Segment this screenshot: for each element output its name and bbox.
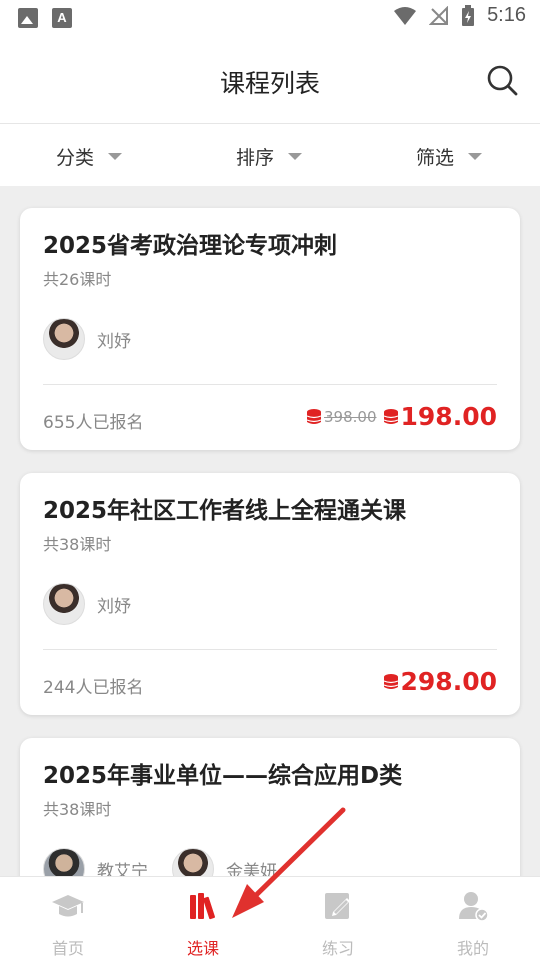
- teacher-name: 刘妤: [97, 596, 131, 617]
- caret-down-icon: [288, 153, 303, 160]
- price-block: 398.00 198.00: [306, 402, 497, 431]
- course-title: 2025年社区工作者线上全程通关课: [43, 498, 407, 524]
- graduation-cap-icon: [52, 895, 84, 917]
- price-block: 298.00: [383, 667, 497, 696]
- avatar: [43, 318, 85, 360]
- gallery-notification-icon: [18, 8, 38, 28]
- filter-category[interactable]: 分类: [56, 143, 123, 170]
- books-icon: [190, 893, 215, 920]
- filter-screen[interactable]: 筛选: [416, 143, 483, 170]
- tab-practice-label: 练习: [321, 939, 354, 958]
- course-card[interactable]: 2025年社区工作者线上全程通关课 共38课时 刘妤 244人已报名 298.0…: [20, 473, 520, 715]
- tab-mine[interactable]: 我的: [423, 889, 523, 959]
- sale-price: 298.00: [400, 667, 497, 696]
- tab-courses[interactable]: 选课: [153, 889, 253, 959]
- teacher: 教艾宁: [43, 848, 148, 876]
- coin-icon: [383, 408, 398, 424]
- status-bar: A 5:16: [0, 0, 540, 36]
- course-card[interactable]: 2025年事业单位——综合应用D类 共38课时 教艾宁 金美妍: [20, 738, 520, 876]
- battery-charging-icon: [462, 4, 475, 26]
- avatar: [43, 583, 85, 625]
- filter-screen-label: 筛选: [416, 147, 455, 169]
- tab-home-label: 首页: [51, 939, 84, 958]
- teacher: 刘妤: [43, 583, 131, 625]
- divider: [43, 384, 497, 385]
- course-list[interactable]: 2025省考政治理论专项冲刺 共26课时 刘妤 655人已报名 398.00 1…: [0, 186, 540, 876]
- course-lessons: 共38课时: [43, 800, 112, 819]
- sale-price: 198.00: [400, 402, 497, 431]
- teacher: 金美妍: [172, 848, 277, 876]
- no-signal-icon: [429, 5, 449, 25]
- coin-icon: [306, 408, 322, 424]
- teacher-name: 刘妤: [97, 331, 131, 352]
- edit-note-icon: [325, 893, 350, 919]
- course-title: 2025年事业单位——综合应用D类: [43, 763, 403, 789]
- page-title: 课程列表: [219, 69, 320, 98]
- tab-mine-label: 我的: [456, 939, 489, 958]
- tab-practice[interactable]: 练习: [288, 889, 388, 959]
- tab-home[interactable]: 首页: [18, 889, 118, 959]
- caret-down-icon: [108, 153, 123, 160]
- tab-courses-label: 选课: [186, 939, 219, 958]
- divider: [43, 649, 497, 650]
- avatar: [172, 848, 214, 876]
- course-lessons: 共26课时: [43, 270, 112, 289]
- search-icon[interactable]: [486, 64, 518, 96]
- status-time: 5:16: [487, 4, 526, 26]
- teacher: 刘妤: [43, 318, 131, 360]
- filter-sort-label: 排序: [236, 147, 275, 169]
- filter-category-label: 分类: [56, 147, 95, 169]
- course-card[interactable]: 2025省考政治理论专项冲刺 共26课时 刘妤 655人已报名 398.00 1…: [20, 208, 520, 450]
- course-title: 2025省考政治理论专项冲刺: [43, 233, 338, 259]
- teacher-name: 教艾宁: [97, 861, 148, 877]
- wifi-icon: [394, 6, 417, 25]
- coin-icon: [383, 673, 398, 689]
- caret-down-icon: [468, 153, 483, 160]
- enrolled-count: 244人已报名: [43, 678, 144, 698]
- filter-sort[interactable]: 排序: [236, 143, 303, 170]
- app-bar: 课程列表: [0, 36, 540, 124]
- enrolled-count: 655人已报名: [43, 413, 144, 433]
- filter-bar: 分类 排序 筛选: [0, 124, 540, 186]
- avatar: [43, 848, 85, 876]
- teacher-name: 金美妍: [226, 861, 277, 877]
- bottom-tab-bar: 首页 选课 练习 我的: [0, 876, 540, 960]
- user-check-icon: [459, 892, 489, 922]
- original-price: 398.00: [324, 407, 377, 426]
- font-notification-icon: A: [52, 8, 72, 28]
- course-lessons: 共38课时: [43, 535, 112, 554]
